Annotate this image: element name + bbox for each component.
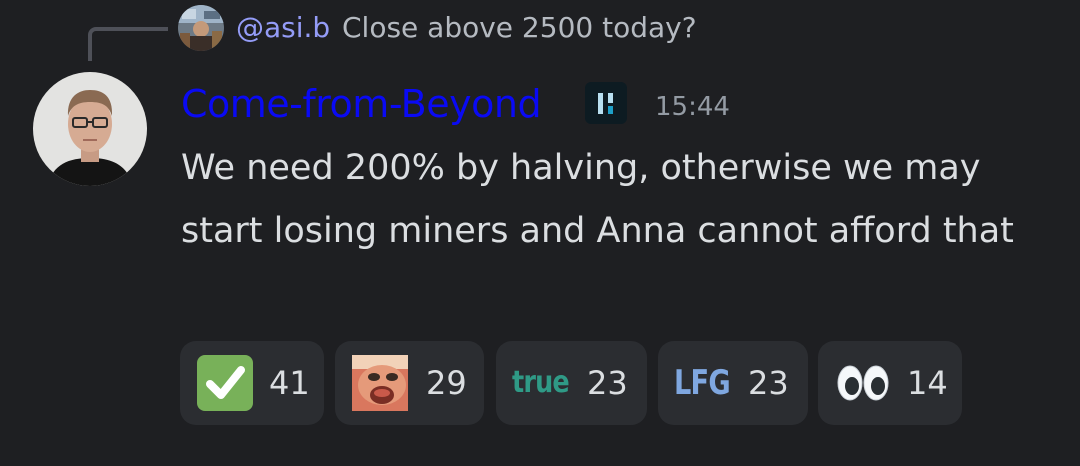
author-avatar[interactable] (33, 72, 147, 186)
eyes-icon (837, 365, 889, 401)
lfg-emoji-icon: LFG (674, 363, 731, 403)
reaction-lfg[interactable]: LFG 23 (658, 341, 808, 425)
reaction-check[interactable]: 41 (180, 341, 324, 425)
white-check-mark-icon (197, 355, 253, 411)
message-content: We need 200% by halving, otherwise we ma… (181, 148, 1014, 251)
reaction-true[interactable]: true 23 (496, 341, 647, 425)
true-emoji-icon: true (512, 365, 570, 400)
reply-author[interactable]: @asi.b (236, 8, 330, 48)
reply-spine (88, 27, 168, 61)
reaction-count: 41 (269, 364, 310, 402)
user-avatar-icon (33, 72, 147, 186)
reaction-eyes[interactable]: 14 (818, 341, 962, 425)
reply-text[interactable]: Close above 2500 today? (342, 8, 697, 48)
message-author[interactable]: Come-from-Beyond (181, 80, 542, 128)
message-timestamp[interactable]: 15:44 (655, 88, 730, 126)
reply-avatar[interactable] (178, 5, 224, 51)
reaction-count: 14 (907, 364, 948, 402)
reaction-pog[interactable]: 29 (335, 341, 484, 425)
reaction-count: 29 (426, 364, 467, 402)
user-avatar-icon (178, 5, 224, 51)
reaction-count: 23 (587, 364, 628, 402)
role-badge-icon[interactable] (585, 82, 627, 124)
pog-face-icon (352, 355, 408, 411)
reaction-count: 23 (748, 364, 789, 402)
